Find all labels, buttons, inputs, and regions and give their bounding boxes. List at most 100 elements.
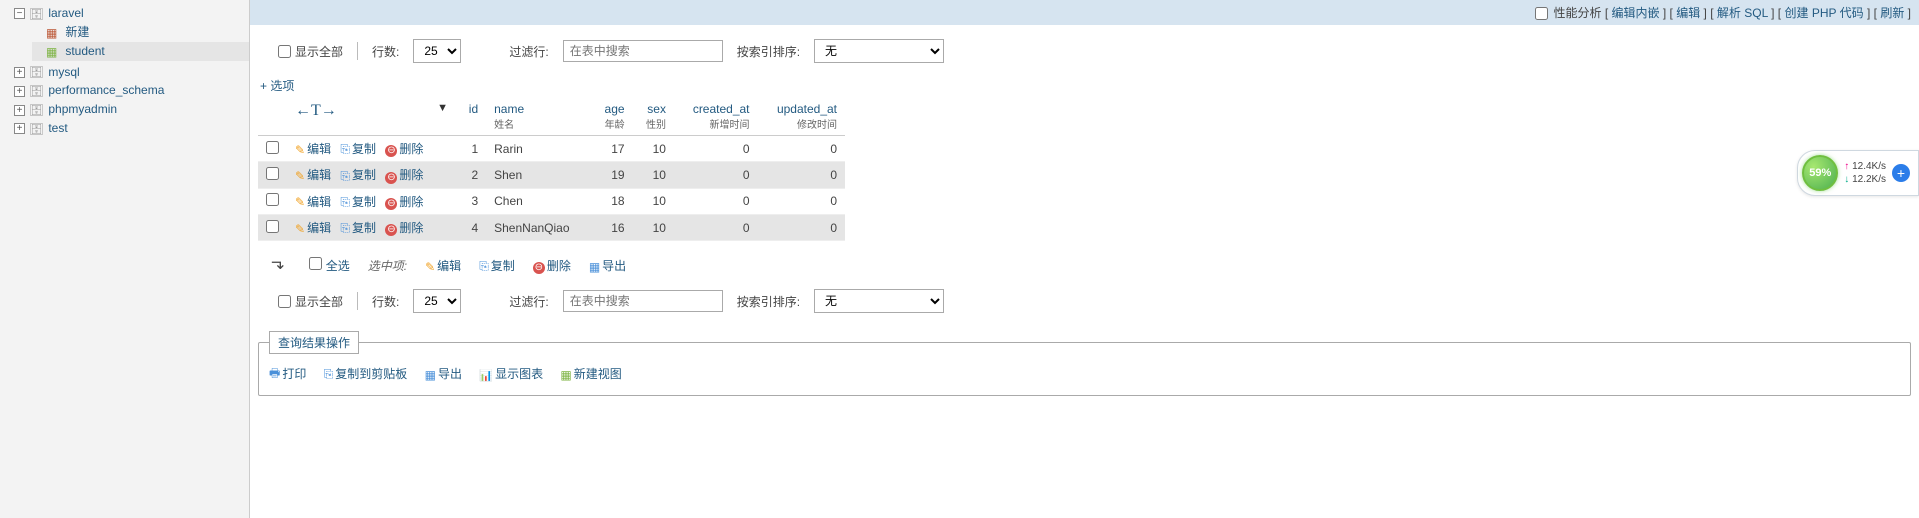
- plus-icon[interactable]: +: [1892, 164, 1910, 182]
- table-node[interactable]: student: [32, 42, 249, 61]
- op-export[interactable]: 导出: [425, 367, 462, 381]
- sort-select-2[interactable]: 无: [814, 289, 944, 313]
- minus-circle-icon: [385, 195, 397, 210]
- row-edit[interactable]: 编辑: [295, 142, 331, 156]
- bulk-edit[interactable]: 编辑: [425, 257, 461, 274]
- row-copy[interactable]: 复制: [340, 195, 376, 209]
- row-delete[interactable]: 删除: [385, 168, 423, 182]
- check-all-checkbox[interactable]: [309, 257, 322, 270]
- expand-icon[interactable]: +: [14, 67, 25, 78]
- bulk-copy[interactable]: 复制: [479, 257, 515, 274]
- speed-widget[interactable]: 59% ↑ 12.4K/s ↓ 12.2K/s +: [1797, 150, 1919, 196]
- row-checkbox[interactable]: [266, 167, 279, 180]
- options-toggle[interactable]: + 选项: [260, 77, 294, 94]
- sort-arrows-icon[interactable]: ▼: [437, 102, 449, 114]
- topbar-link[interactable]: 编辑: [1676, 6, 1700, 20]
- row-edit[interactable]: 编辑: [295, 221, 331, 235]
- cell-name: Rarin: [486, 136, 591, 162]
- topbar-link[interactable]: 刷新: [1880, 6, 1904, 20]
- cell-name: Shen: [486, 162, 591, 188]
- pencil-icon: [295, 143, 305, 157]
- new-table-link[interactable]: 新建: [32, 21, 249, 42]
- cell-created: 0: [674, 162, 758, 188]
- db-link[interactable]: performance_schema: [48, 83, 164, 97]
- top-controls: 显示全部 行数: 25 过滤行: 按索引排序: 无: [278, 39, 1905, 63]
- column-header-name[interactable]: name姓名: [486, 98, 591, 136]
- expand-icon[interactable]: +: [14, 123, 25, 134]
- topbar-link[interactable]: 创建 PHP 代码: [1784, 6, 1863, 20]
- bulk-export[interactable]: 导出: [589, 257, 626, 274]
- export-icon: [425, 368, 436, 382]
- row-edit[interactable]: 编辑: [295, 168, 331, 182]
- row-copy[interactable]: 复制: [340, 221, 376, 235]
- copy-icon: [340, 142, 350, 157]
- topbar-link[interactable]: 解析 SQL: [1717, 6, 1768, 20]
- arrow-down-icon: ↓: [1844, 174, 1849, 185]
- op-clipboard[interactable]: 复制到剪贴板: [324, 367, 408, 381]
- topbar-link[interactable]: 编辑内嵌: [1611, 6, 1659, 20]
- filter-input-2[interactable]: [563, 290, 723, 312]
- new-icon: [46, 26, 60, 40]
- copy-icon: [340, 169, 350, 184]
- results-table: ←T→ ▼ idname姓名age年龄sex性别created_at新增时间up…: [258, 98, 845, 241]
- divider: [357, 292, 358, 310]
- filter-input[interactable]: [563, 40, 723, 62]
- rows-select-2[interactable]: 25: [413, 289, 461, 313]
- db-link[interactable]: laravel: [48, 6, 83, 20]
- bulk-actions: 全选 选中项: 编辑 复制 删除 导出: [272, 255, 1911, 275]
- pencil-icon: [425, 260, 435, 274]
- pencil-icon: [295, 169, 305, 183]
- show-all-checkbox-2[interactable]: [278, 295, 291, 308]
- text-direction-icon[interactable]: ←T→: [295, 102, 337, 119]
- row-copy[interactable]: 复制: [340, 142, 376, 156]
- op-chart[interactable]: 显示图表: [479, 367, 543, 381]
- column-header-age[interactable]: age年龄: [591, 98, 632, 136]
- row-copy[interactable]: 复制: [340, 168, 376, 182]
- expand-icon[interactable]: +: [14, 105, 25, 116]
- op-view[interactable]: 新建视图: [560, 367, 621, 381]
- show-all-checkbox[interactable]: [278, 45, 291, 58]
- column-header-created_at[interactable]: created_at新增时间: [674, 98, 758, 136]
- rows-select[interactable]: 25: [413, 39, 461, 63]
- row-delete[interactable]: 删除: [385, 195, 423, 209]
- db-node[interactable]: + phpmyadmin: [0, 100, 249, 119]
- db-node[interactable]: + performance_schema: [0, 81, 249, 100]
- cell-sex: 10: [633, 162, 674, 188]
- profiling-checkbox[interactable]: [1535, 7, 1548, 20]
- db-node[interactable]: + test: [0, 119, 249, 138]
- op-print[interactable]: 打印: [269, 367, 306, 381]
- show-all-label-2[interactable]: 显示全部: [278, 293, 343, 310]
- check-all-label[interactable]: 全选: [309, 257, 349, 274]
- cell-created: 0: [674, 188, 758, 214]
- cell-age: 19: [591, 162, 632, 188]
- row-checkbox[interactable]: [266, 141, 279, 154]
- row-delete[interactable]: 删除: [385, 142, 423, 156]
- sort-select[interactable]: 无: [814, 39, 944, 63]
- table-icon: [560, 368, 571, 382]
- database-icon: [29, 122, 43, 136]
- row-edit[interactable]: 编辑: [295, 195, 331, 209]
- bulk-delete[interactable]: 删除: [533, 257, 571, 274]
- row-checkbox[interactable]: [266, 220, 279, 233]
- column-header-sex[interactable]: sex性别: [633, 98, 674, 136]
- db-node[interactable]: + mysql: [0, 63, 249, 82]
- db-link[interactable]: test: [48, 121, 67, 135]
- row-checkbox[interactable]: [266, 193, 279, 206]
- cell-sex: 10: [633, 188, 674, 214]
- row-delete[interactable]: 删除: [385, 221, 423, 235]
- table-row: 编辑 复制 删除 2 Shen 19 10 0 0: [258, 162, 845, 188]
- column-header-id[interactable]: id: [457, 98, 486, 136]
- expand-icon[interactable]: +: [14, 86, 25, 97]
- minus-circle-icon: [385, 169, 397, 184]
- cell-sex: 10: [633, 214, 674, 240]
- cell-updated: 0: [758, 162, 845, 188]
- filter-label: 过滤行:: [509, 43, 548, 60]
- db-link[interactable]: mysql: [48, 65, 79, 79]
- cell-age: 17: [591, 136, 632, 162]
- collapse-icon[interactable]: −: [14, 8, 25, 19]
- db-node[interactable]: − laravel 新建 student: [0, 4, 249, 63]
- column-header-updated_at[interactable]: updated_at修改时间: [758, 98, 845, 136]
- db-link[interactable]: phpmyadmin: [48, 102, 117, 116]
- show-all-label[interactable]: 显示全部: [278, 43, 343, 60]
- pencil-icon: [295, 222, 305, 236]
